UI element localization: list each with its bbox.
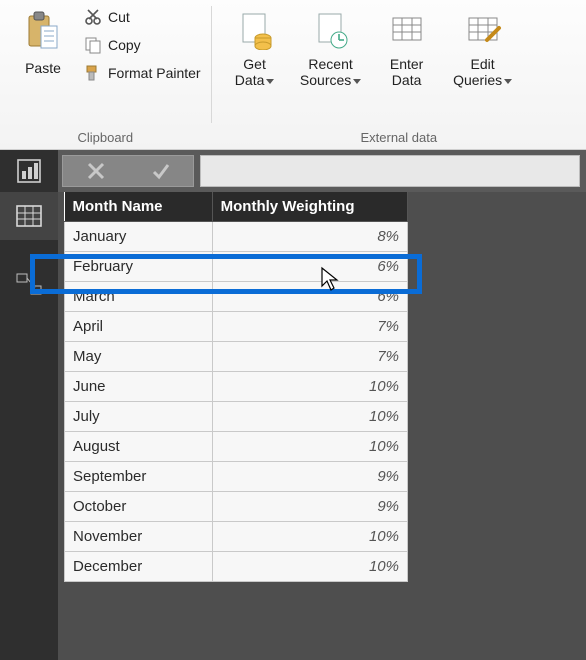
table-row[interactable]: March6% [65, 282, 408, 312]
cell-weight[interactable]: 10% [212, 372, 407, 402]
col-header-weight[interactable]: Monthly Weighting [212, 192, 407, 222]
table-row[interactable]: September9% [65, 462, 408, 492]
enter-data-icon [387, 10, 427, 50]
cell-weight[interactable]: 8% [212, 222, 407, 252]
enter-data-button[interactable]: Enter Data [370, 4, 444, 92]
copy-label: Copy [108, 37, 141, 53]
fx-cancel-confirm [62, 155, 194, 187]
edit-queries-label: Edit Queries [453, 56, 502, 88]
cut-label: Cut [108, 9, 130, 25]
cut-button[interactable]: Cut [80, 6, 205, 28]
cell-month[interactable]: January [65, 222, 213, 252]
edit-queries-icon [463, 10, 503, 50]
format-painter-icon [84, 64, 102, 82]
model-view-button[interactable] [0, 260, 58, 308]
cell-weight[interactable]: 10% [212, 522, 407, 552]
main-area: Month Name Monthly Weighting January8%Fe… [0, 192, 586, 660]
nav-header-cell [0, 150, 58, 192]
view-sidebar [0, 192, 58, 660]
recent-sources-label: Recent Sources [300, 56, 353, 88]
table-row[interactable]: July10% [65, 402, 408, 432]
table-row[interactable]: February6% [65, 252, 408, 282]
table-row[interactable]: April7% [65, 312, 408, 342]
data-table: Month Name Monthly Weighting January8%Fe… [64, 192, 408, 582]
fx-confirm-button[interactable] [150, 160, 172, 182]
cell-weight[interactable]: 9% [212, 492, 407, 522]
get-data-label: Get Data [235, 56, 266, 88]
group-label-clipboard: Clipboard [6, 126, 205, 147]
table-row[interactable]: October9% [65, 492, 408, 522]
edit-queries-button[interactable]: Edit Queries [446, 4, 520, 92]
cell-month[interactable]: November [65, 522, 213, 552]
enter-data-label: Enter Data [390, 56, 423, 88]
cell-weight[interactable]: 9% [212, 462, 407, 492]
col-header-month[interactable]: Month Name [65, 192, 213, 222]
format-painter-button[interactable]: Format Painter [80, 62, 205, 84]
group-label-external: External data [218, 126, 580, 147]
table-area: Month Name Monthly Weighting January8%Fe… [58, 192, 586, 660]
cell-weight[interactable]: 6% [212, 282, 407, 312]
cell-month[interactable]: August [65, 432, 213, 462]
get-data-icon [235, 10, 275, 50]
cell-month[interactable]: December [65, 552, 213, 582]
formula-strip [0, 150, 586, 192]
table-row[interactable]: January8% [65, 222, 408, 252]
table-row[interactable]: November10% [65, 522, 408, 552]
formula-bar[interactable] [200, 155, 580, 187]
table-header-row: Month Name Monthly Weighting [65, 192, 408, 222]
cell-month[interactable]: July [65, 402, 213, 432]
chevron-down-icon [353, 79, 361, 84]
ribbon-group-external-data: Get Data Recent Sources [212, 0, 586, 149]
recent-sources-button[interactable]: Recent Sources [294, 4, 368, 92]
cell-month[interactable]: April [65, 312, 213, 342]
report-view-icon[interactable] [15, 157, 43, 185]
paste-icon [25, 10, 61, 54]
cell-month[interactable]: October [65, 492, 213, 522]
cell-weight[interactable]: 7% [212, 342, 407, 372]
table-row[interactable]: June10% [65, 372, 408, 402]
cell-month[interactable]: May [65, 342, 213, 372]
recent-sources-icon [311, 10, 351, 50]
fx-cancel-button[interactable] [85, 160, 107, 182]
table-row[interactable]: August10% [65, 432, 408, 462]
cell-month[interactable]: September [65, 462, 213, 492]
cell-weight[interactable]: 7% [212, 312, 407, 342]
copy-button[interactable]: Copy [80, 34, 205, 56]
cell-month[interactable]: June [65, 372, 213, 402]
table-row[interactable]: May7% [65, 342, 408, 372]
cell-weight[interactable]: 10% [212, 402, 407, 432]
cut-icon [84, 8, 102, 26]
ribbon-group-clipboard: Paste Cut [0, 0, 211, 149]
format-painter-label: Format Painter [108, 65, 201, 81]
paste-label: Paste [25, 60, 61, 76]
table-row[interactable]: December10% [65, 552, 408, 582]
cell-month[interactable]: February [65, 252, 213, 282]
cell-weight[interactable]: 6% [212, 252, 407, 282]
copy-icon [84, 36, 102, 54]
get-data-button[interactable]: Get Data [218, 4, 292, 92]
chevron-down-icon [266, 79, 274, 84]
chevron-down-icon [504, 79, 512, 84]
paste-button[interactable]: Paste [6, 4, 80, 80]
cell-weight[interactable]: 10% [212, 432, 407, 462]
cell-month[interactable]: March [65, 282, 213, 312]
data-view-button[interactable] [0, 192, 58, 240]
ribbon: Paste Cut [0, 0, 586, 150]
cell-weight[interactable]: 10% [212, 552, 407, 582]
